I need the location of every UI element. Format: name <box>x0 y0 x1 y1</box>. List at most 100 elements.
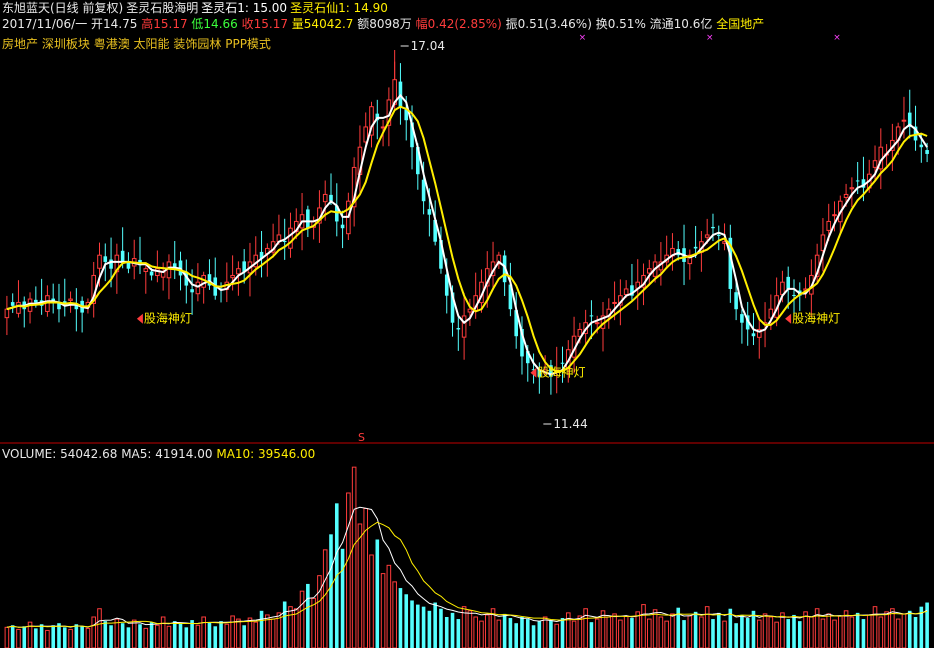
volume-ma10: MA10: 39546.00 <box>216 447 316 461</box>
volume-bar <box>166 625 172 648</box>
volume-bar <box>623 615 629 648</box>
volume-bar <box>895 618 901 648</box>
volume-bar <box>577 615 583 648</box>
volume-bar <box>711 619 715 648</box>
candle-body <box>594 322 600 325</box>
candle-body <box>190 289 194 293</box>
kline-chart[interactable]: 17.0411.44股海神灯股海神灯股海神灯S× × × <box>0 0 934 648</box>
candle-body <box>734 292 738 310</box>
candle-body <box>704 234 710 238</box>
ma-line-yellow <box>6 105 928 373</box>
volume-bar <box>664 620 669 648</box>
volume-bar <box>329 534 333 648</box>
volume-bar <box>647 618 652 648</box>
volume-bar <box>687 615 693 648</box>
volume-bar <box>131 619 137 648</box>
volume-bar <box>583 608 588 648</box>
top-x-marker: × <box>706 33 714 43</box>
volume-bar <box>190 620 194 648</box>
candle-body <box>306 209 310 229</box>
volume-bar <box>496 619 502 648</box>
volume-bar <box>299 590 305 648</box>
volume-bar <box>444 617 449 648</box>
volume-bar <box>751 610 756 648</box>
volume-bar <box>120 623 125 648</box>
volume-bar <box>259 610 264 648</box>
volume-bar <box>369 554 374 648</box>
volume-bar <box>786 619 791 648</box>
volume-bar <box>433 602 437 648</box>
candle-body <box>872 160 878 168</box>
volume-bar <box>484 614 490 648</box>
volume-bar <box>768 616 774 648</box>
volume-bar <box>734 623 738 648</box>
volume-bar <box>184 627 189 648</box>
volume-bar <box>109 625 113 648</box>
volume-bar <box>652 609 658 648</box>
volume-bar <box>439 608 443 648</box>
volume-bar <box>322 549 328 648</box>
low-price-label: 11.44 <box>553 417 587 431</box>
volume-bar <box>797 621 802 648</box>
volume-bar <box>849 616 855 648</box>
volume-bar <box>537 621 542 648</box>
volume-bar <box>861 619 866 648</box>
candle-body <box>461 315 467 338</box>
volume-bar <box>57 623 61 648</box>
volume-bar <box>410 600 414 648</box>
volume-bar <box>803 611 808 648</box>
volume-bar <box>242 625 246 648</box>
volume-bar <box>901 613 907 648</box>
candle-body <box>711 226 715 229</box>
volume-bar <box>554 623 560 648</box>
volume-bar <box>560 618 565 648</box>
volume-bar <box>612 613 617 648</box>
volume-header: VOLUME: 54042.68 MA5: 41914.00 MA10: 395… <box>2 447 315 461</box>
volume-bar <box>62 627 67 648</box>
volume-bar <box>340 548 345 648</box>
volume-bar <box>525 619 530 648</box>
volume-bar <box>925 602 929 648</box>
candle-body <box>10 302 15 306</box>
candle-body <box>792 294 796 296</box>
candle-body <box>751 333 756 337</box>
candle-body <box>647 268 652 274</box>
candle-body <box>849 187 855 190</box>
volume-bar <box>22 626 27 648</box>
candle-body <box>340 224 345 229</box>
candle-body <box>143 268 149 272</box>
volume-bar <box>34 628 38 648</box>
volume-bar <box>149 622 154 648</box>
signal-arrow-icon <box>785 313 792 324</box>
volume-bar <box>531 625 536 648</box>
candle-body <box>282 240 287 242</box>
candle-body <box>103 256 108 262</box>
volume-bar <box>230 615 235 648</box>
volume-bar <box>219 621 223 648</box>
volume-bar <box>346 492 351 648</box>
volume-bar <box>670 613 675 648</box>
volume-bar <box>866 614 872 648</box>
volume-bar <box>39 624 44 648</box>
signal-label: 股海神灯 <box>144 311 192 326</box>
volume-bar <box>155 624 160 648</box>
volume-bar <box>907 610 912 648</box>
ma-line-white <box>6 93 928 376</box>
volume-bar <box>514 623 518 648</box>
candle-body <box>120 250 125 262</box>
volume-bar <box>792 614 796 648</box>
signal-arrow-icon <box>136 313 143 324</box>
volume-bar <box>589 622 594 648</box>
high-price-label: 17.04 <box>411 39 445 53</box>
volume-bar <box>450 612 455 648</box>
volume-bar <box>270 618 276 648</box>
candle-body <box>97 254 102 269</box>
candle-body <box>68 298 73 301</box>
candle-body <box>740 314 744 323</box>
volume-bar <box>594 618 600 648</box>
volume-bar <box>456 619 461 648</box>
candle-body <box>4 308 10 319</box>
candle-body <box>826 220 832 231</box>
volume-bar <box>774 621 779 648</box>
volume-bar <box>143 627 149 648</box>
